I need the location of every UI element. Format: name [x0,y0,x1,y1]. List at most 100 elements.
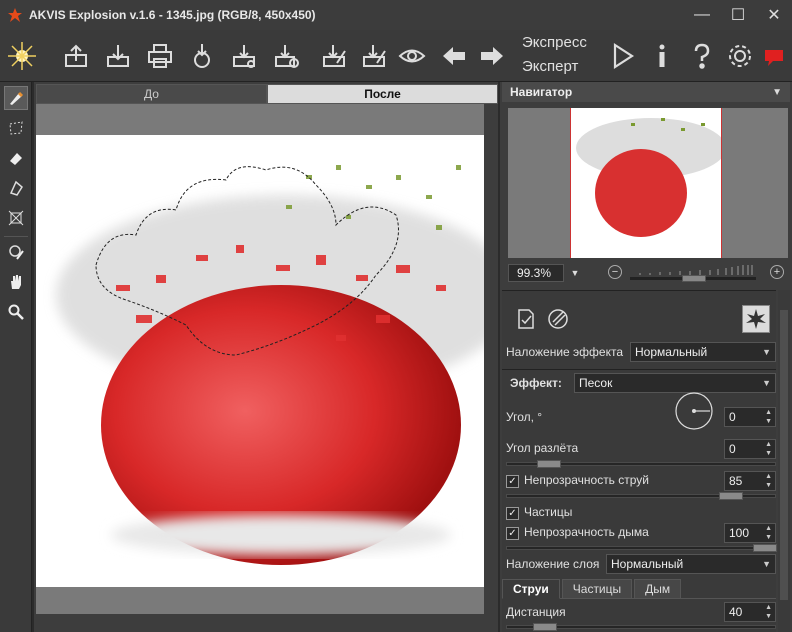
reset-button[interactable] [544,305,572,333]
spread-label: Угол разлёта [506,441,579,455]
share-button[interactable] [184,38,220,74]
zoom-slider-thumb[interactable] [682,275,706,282]
smoke-opacity-input[interactable]: 100 ▲ ▼ [724,523,776,543]
print-icon [148,44,172,68]
mode-express[interactable]: Экспресс [522,34,587,51]
hand-tool[interactable] [4,270,28,294]
mode-expert[interactable]: Эксперт [522,58,578,75]
undo-button[interactable] [436,38,472,74]
distance-label: Дистанция [506,605,566,619]
open-icon [65,44,87,67]
effect-select[interactable]: Песок ▼ [574,373,776,393]
tools-panel [0,82,32,632]
logo-icon [8,42,36,70]
blend-effect-select[interactable]: Нормальный ▼ [630,342,776,362]
run-button[interactable] [604,38,640,74]
spread-slider[interactable] [506,460,776,468]
load-preset-button[interactable] [316,38,352,74]
minimize-button[interactable]: — [684,0,720,30]
save-button[interactable] [100,38,136,74]
redo-button[interactable] [474,38,510,74]
help-icon [694,43,710,69]
maximize-button[interactable]: ☐ [720,0,756,30]
distance-slider[interactable] [506,623,776,631]
zoom-icon [8,304,24,320]
apply-button[interactable] [512,305,540,333]
explosion-preset-button[interactable] [742,305,770,333]
preview-icon [398,49,426,63]
parameters-scrollbar[interactable] [778,290,790,632]
before-after-tabs: До После [36,84,498,104]
tab-streams[interactable]: Струи [502,579,560,599]
stream-opacity-input[interactable]: 85 ▲ ▼ [724,471,776,491]
vertical-scrollbar[interactable] [484,104,498,614]
print-button[interactable] [142,38,178,74]
bucket-icon [9,180,23,196]
maximize-icon: ☐ [730,7,746,24]
slider-thumb[interactable] [537,460,561,468]
smoke-opacity-checkbox[interactable]: ✓ [506,527,519,540]
brush-tool[interactable] [4,86,28,110]
no-symbol-icon [548,309,568,329]
spinner-arrows-icon: ▲ ▼ [765,441,772,457]
tab-particles[interactable]: Частицы [561,579,633,599]
eraser-tool[interactable] [4,146,28,170]
collapse-arrow-icon[interactable]: ▼ [772,87,782,98]
smoke-opacity-slider[interactable] [506,544,777,552]
image-viewport[interactable] [36,104,484,614]
navigator-header[interactable]: Навигатор ▼ [502,82,790,102]
document-check-icon [518,309,534,329]
photo-canvas[interactable] [36,135,484,587]
slider-thumb[interactable] [533,623,557,631]
help-button[interactable] [684,38,720,74]
load-preset-icon [323,45,346,67]
tab-smoke[interactable]: Дым [634,579,682,599]
feedback-button[interactable] [756,38,792,74]
slider-thumb[interactable] [719,492,743,500]
navigator-title: Навигатор [510,85,573,99]
particles-checkbox[interactable]: ✓ [506,507,519,520]
open-button[interactable] [58,38,94,74]
spinner-arrows-icon: ▲ ▼ [765,409,772,425]
spread-input[interactable]: 0 ▲ ▼ [724,439,776,459]
stream-opacity-slider[interactable] [506,492,776,500]
stream-opacity-checkbox[interactable]: ✓ [506,475,519,488]
lasso-tool[interactable] [4,116,28,140]
bucket-tool[interactable] [4,176,28,200]
minimize-icon: — [694,6,710,23]
navigator-preview[interactable] [508,108,788,258]
settings-panel: Навигатор ▼ 99.3% ▼ − + Наложение эффект… [500,82,792,632]
scrollbar-thumb[interactable] [780,310,788,600]
logo-button[interactable] [4,38,40,74]
share-icon [194,44,210,68]
tab-after[interactable]: После [267,84,498,104]
minus-icon: − [611,266,619,278]
tab-before[interactable]: До [36,84,267,104]
zoom-dropdown-icon[interactable]: ▼ [566,264,584,282]
batch-settings-button[interactable] [268,38,304,74]
angle-input[interactable]: 0 ▲ ▼ [724,407,776,427]
slider-thumb[interactable] [753,544,777,552]
transform-tool[interactable] [4,206,28,230]
horizontal-scrollbar[interactable] [36,614,484,628]
main-toolbar: Экспресс Эксперт [0,30,792,82]
blend-effect-label: Наложение эффекта [506,345,624,359]
settings-button[interactable] [722,38,758,74]
batch-button[interactable] [226,38,262,74]
navigator-image [570,108,722,258]
close-button[interactable]: ✕ [756,0,792,30]
zoom-tool[interactable] [4,300,28,324]
zoom-in-button[interactable]: + [770,265,784,279]
zoom-value-field[interactable]: 99.3% [508,264,564,282]
effect-label: Эффект: [510,376,562,390]
sample-brush-tool[interactable] [4,240,28,264]
angle-dial[interactable] [674,391,714,431]
zoom-out-button[interactable]: − [608,265,622,279]
batch-settings-icon [275,45,299,68]
preview-button[interactable] [394,38,430,74]
distance-input[interactable]: 40 ▲ ▼ [724,602,776,622]
layer-blend-select[interactable]: Нормальный ▼ [606,554,776,574]
save-preset-button[interactable] [356,38,392,74]
undo-arrow-icon [443,47,465,65]
info-button[interactable] [644,38,680,74]
